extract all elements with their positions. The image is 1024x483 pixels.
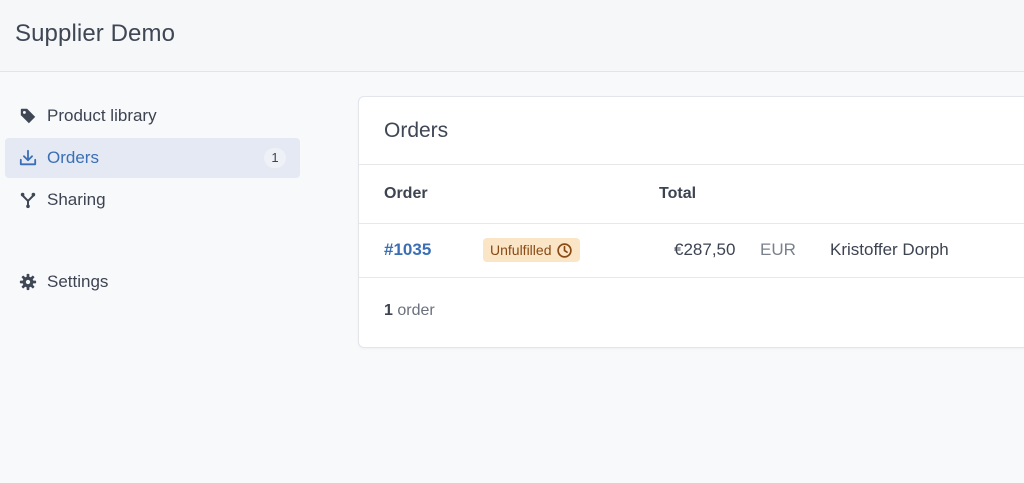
order-currency: EUR xyxy=(760,240,796,259)
sidebar-item-product-library[interactable]: Product library xyxy=(5,96,300,136)
sidebar-item-label: Sharing xyxy=(47,190,106,209)
divider xyxy=(359,164,1024,165)
column-header-order: Order xyxy=(384,185,428,202)
status-badge: Unfulfilled xyxy=(483,238,581,262)
order-number-link[interactable]: #1035 xyxy=(384,240,431,260)
customer-name: Kristoffer Dorph xyxy=(830,240,949,259)
sidebar-item-orders[interactable]: Orders 1 xyxy=(5,138,300,178)
download-icon xyxy=(19,149,37,167)
page-title: Orders xyxy=(384,119,449,142)
sidebar-item-label: Orders xyxy=(47,148,99,167)
divider xyxy=(359,277,1024,278)
sidebar-item-sharing[interactable]: Sharing xyxy=(5,180,300,220)
clock-icon xyxy=(551,242,573,259)
orders-count-badge: 1 xyxy=(264,148,286,168)
tag-icon xyxy=(19,107,37,125)
order-count: 1 order xyxy=(384,302,435,320)
order-total: €287,50 xyxy=(674,240,736,259)
column-header-total: Total xyxy=(659,185,697,202)
orders-card: Orders Order Total #1035 Unfulfilled €28… xyxy=(358,96,1024,348)
share-icon xyxy=(19,191,37,209)
order-count-unit: order xyxy=(397,302,435,319)
top-bar: Supplier Demo xyxy=(0,0,1024,72)
sidebar-item-settings[interactable]: Settings xyxy=(5,262,300,302)
divider xyxy=(359,223,1024,224)
sidebar-item-label: Product library xyxy=(47,106,157,125)
sidebar-item-label: Settings xyxy=(47,272,109,291)
app-title: Supplier Demo xyxy=(15,20,176,47)
status-label: Unfulfilled xyxy=(490,242,552,258)
gear-icon xyxy=(19,273,37,291)
sidebar: Product library Orders 1 Sharing Setting… xyxy=(0,72,310,483)
order-count-number: 1 xyxy=(384,302,393,319)
